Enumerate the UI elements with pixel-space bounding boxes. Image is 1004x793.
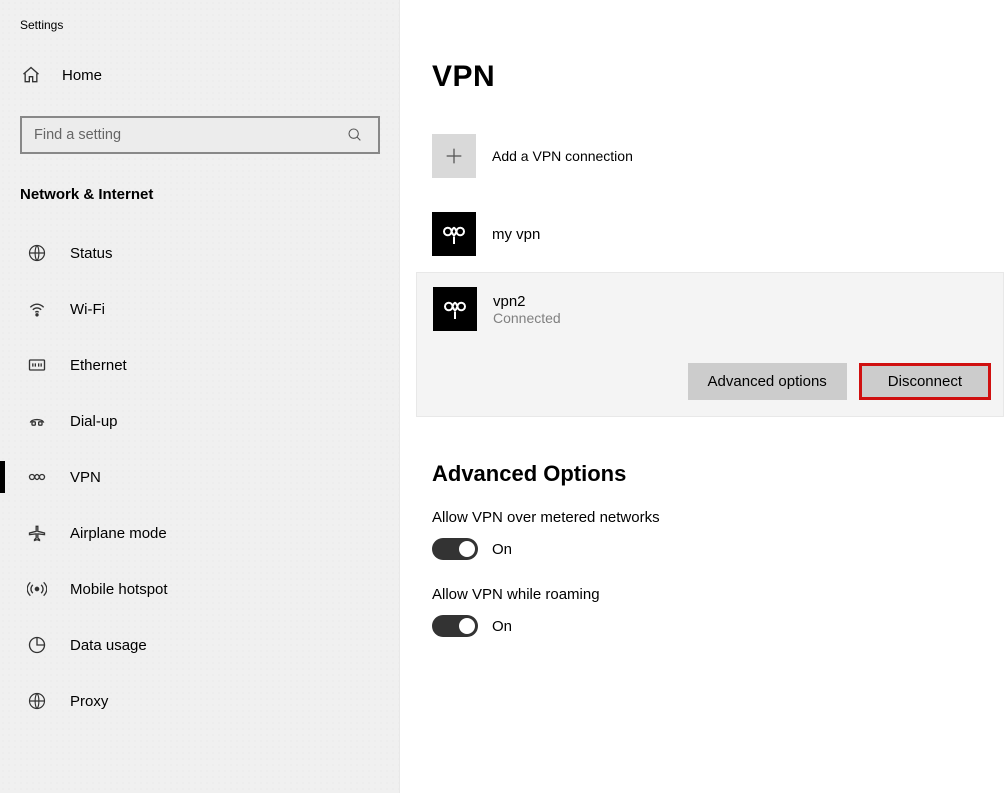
hotspot-icon xyxy=(26,578,48,600)
vpn-tile-icon xyxy=(432,212,476,256)
add-vpn-button[interactable]: Add a VPN connection xyxy=(432,132,992,180)
toggle-state: On xyxy=(492,541,512,558)
plus-icon xyxy=(432,134,476,178)
vpn-item-vpn2-panel: vpn2 Connected Advanced options Disconne… xyxy=(416,272,1004,417)
wifi-icon xyxy=(26,298,48,320)
sidebar-item-label: Proxy xyxy=(70,693,108,710)
vpn-status: Connected xyxy=(493,310,561,326)
sidebar-item-label: Mobile hotspot xyxy=(70,581,168,598)
dialup-icon xyxy=(26,410,48,432)
sidebar-item-vpn[interactable]: VPN xyxy=(0,449,399,505)
globe-icon xyxy=(26,242,48,264)
sidebar-item-label: Ethernet xyxy=(70,357,127,374)
vpn-name: my vpn xyxy=(492,226,540,243)
datausage-icon xyxy=(26,634,48,656)
search-icon xyxy=(344,124,366,146)
advanced-options-heading: Advanced Options xyxy=(432,461,992,487)
toggle-state: On xyxy=(492,618,512,635)
section-header: Network & Internet xyxy=(0,180,399,225)
vpn-item-myvpn[interactable]: my vpn xyxy=(432,204,992,264)
sidebar-item-ethernet[interactable]: Ethernet xyxy=(0,337,399,393)
search-container xyxy=(0,116,399,154)
disconnect-button[interactable]: Disconnect xyxy=(859,363,991,400)
ethernet-icon xyxy=(26,354,48,376)
advanced-options-button[interactable]: Advanced options xyxy=(688,363,847,400)
home-button[interactable]: Home xyxy=(0,50,399,100)
toggle-label: Allow VPN while roaming xyxy=(432,586,992,603)
toggle-metered-switch[interactable] xyxy=(432,538,478,560)
proxy-icon xyxy=(26,690,48,712)
sidebar-item-label: Status xyxy=(70,245,113,262)
vpn-item-vpn2[interactable]: vpn2 Connected xyxy=(433,283,991,331)
sidebar-item-label: Dial-up xyxy=(70,413,118,430)
vpn-tile-icon xyxy=(433,287,477,331)
vpn-name: vpn2 xyxy=(493,293,561,310)
sidebar-item-label: Wi-Fi xyxy=(70,301,105,318)
page-title: VPN xyxy=(432,60,992,94)
toggle-label: Allow VPN over metered networks xyxy=(432,509,992,526)
toggle-metered: Allow VPN over metered networks On xyxy=(432,509,992,560)
toggle-roaming: Allow VPN while roaming On xyxy=(432,586,992,637)
sidebar: Settings Home Network & Internet Status … xyxy=(0,0,400,793)
search-input[interactable] xyxy=(34,127,344,143)
search-box[interactable] xyxy=(20,116,380,154)
toggle-roaming-switch[interactable] xyxy=(432,615,478,637)
sidebar-item-status[interactable]: Status xyxy=(0,225,399,281)
app-title: Settings xyxy=(0,12,399,50)
sidebar-item-label: VPN xyxy=(70,469,101,486)
add-vpn-label: Add a VPN connection xyxy=(492,148,633,164)
sidebar-item-proxy[interactable]: Proxy xyxy=(0,673,399,729)
sidebar-item-datausage[interactable]: Data usage xyxy=(0,617,399,673)
vpn-icon xyxy=(26,466,48,488)
vpn-button-row: Advanced options Disconnect xyxy=(433,363,991,400)
main-content: VPN Add a VPN connection my vpn vpn2 Con… xyxy=(400,0,1004,793)
sidebar-item-hotspot[interactable]: Mobile hotspot xyxy=(0,561,399,617)
home-label: Home xyxy=(62,67,102,84)
sidebar-item-label: Data usage xyxy=(70,637,147,654)
sidebar-item-label: Airplane mode xyxy=(70,525,167,542)
home-icon xyxy=(20,64,42,86)
sidebar-item-wifi[interactable]: Wi-Fi xyxy=(0,281,399,337)
sidebar-item-dialup[interactable]: Dial-up xyxy=(0,393,399,449)
sidebar-item-airplane[interactable]: Airplane mode xyxy=(0,505,399,561)
airplane-icon xyxy=(26,522,48,544)
